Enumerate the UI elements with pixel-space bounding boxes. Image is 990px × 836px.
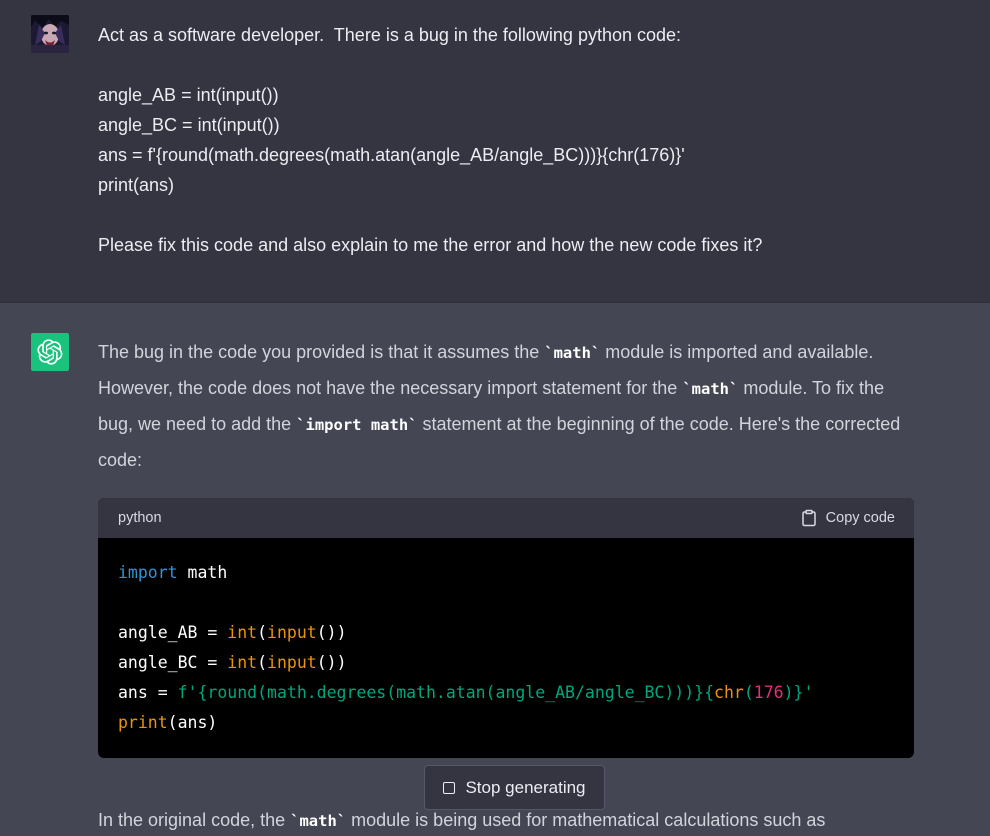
code-content: import math angle_AB = int(input()) angl…	[98, 538, 914, 738]
assistant-avatar	[31, 333, 69, 371]
user-avatar-icon	[31, 15, 69, 53]
user-code-line: print(ans)	[98, 175, 175, 195]
inline-code: `math`	[544, 344, 601, 362]
code-language: python	[118, 510, 162, 526]
code-line: print(ans)	[118, 713, 218, 732]
user-avatar	[31, 15, 69, 53]
user-code-line: angle_AB = int(input())	[98, 85, 279, 105]
inline-code: `import math`	[296, 416, 418, 434]
clipboard-icon	[801, 509, 816, 527]
openai-logo-icon	[37, 339, 63, 365]
stop-generating-button[interactable]: Stop generating	[424, 765, 605, 810]
answer-text: The bug in the code you provided is that…	[98, 342, 545, 362]
assistant-answer: The bug in the code you provided is that…	[98, 335, 918, 478]
user-message-text: Act as a software developer. There is a …	[98, 20, 938, 260]
stop-generating-label: Stop generating	[465, 777, 586, 797]
code-line: import math	[118, 563, 228, 582]
copy-code-button[interactable]: Copy code	[800, 509, 895, 527]
code-line: ans = f'{round(math.degrees(math.atan(an…	[118, 683, 814, 702]
user-code-line: ans = f'{round(math.degrees(math.atan(an…	[98, 145, 685, 165]
stop-icon	[443, 781, 456, 794]
code-line: angle_BC = int(input())	[118, 653, 347, 672]
inline-code: `math`	[682, 380, 739, 398]
user-intro: Act as a software developer. There is a …	[98, 25, 682, 45]
code-block-header: python Copy code	[98, 498, 914, 538]
code-block: python Copy code import math angle_AB = …	[98, 498, 914, 758]
code-line: angle_AB = int(input())	[118, 623, 347, 642]
copy-code-label: Copy code	[825, 510, 895, 526]
user-code-line: angle_BC = int(input())	[98, 115, 280, 135]
user-request: Please fix this code and also explain to…	[98, 235, 763, 255]
user-message: Act as a software developer. There is a …	[0, 0, 990, 303]
